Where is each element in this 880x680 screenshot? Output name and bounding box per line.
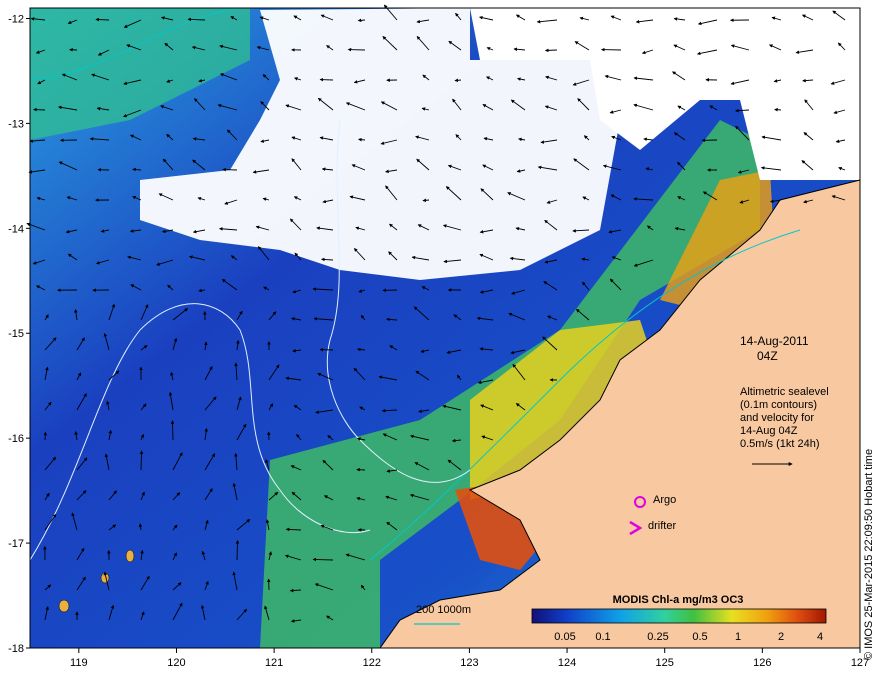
colorbar-label: 0.05 xyxy=(554,631,575,643)
x-tick-label: 125 xyxy=(656,657,674,669)
velocity-arrow xyxy=(235,539,240,561)
colorbar-gradient xyxy=(531,608,827,624)
x-tick-label: 122 xyxy=(363,657,381,669)
velocity-arrow xyxy=(312,557,334,562)
colorbar-label: 1 xyxy=(735,631,741,643)
colorbar-label: 0.1 xyxy=(595,631,610,643)
colorbar-label: 0.25 xyxy=(647,631,668,643)
x-tick-label: 124 xyxy=(558,657,576,669)
credit-text: © IMOS 25-Mar-2015 22:09:50 Hobart time xyxy=(863,449,875,660)
annotation-description: Altimetric sealevel (0.1m contours) and … xyxy=(740,386,829,451)
y-tick-label: -13 xyxy=(8,118,24,130)
velocity-arrow xyxy=(357,18,366,23)
y-tick-label: -14 xyxy=(8,223,24,235)
x-tick-label: 123 xyxy=(460,657,478,669)
x-tick-label: 121 xyxy=(265,657,283,669)
y-tick-label: -18 xyxy=(8,643,24,655)
annotation-time: 04Z xyxy=(757,349,778,363)
desc-line: 14-Aug 04Z xyxy=(740,425,798,437)
map-panel xyxy=(26,4,861,649)
desc-line: Altimetric sealevel xyxy=(740,386,829,398)
velocity-arrow xyxy=(170,420,175,441)
y-tick-label: -15 xyxy=(8,328,24,340)
velocity-arrow xyxy=(544,48,558,53)
y-tick-label: -16 xyxy=(8,433,24,445)
x-tick-label: 126 xyxy=(753,657,771,669)
desc-line: and velocity for xyxy=(740,412,814,424)
drifter-label: drifter xyxy=(648,520,677,532)
annotation-date: 14-Aug-2011 xyxy=(740,334,809,348)
map-figure: 119 120 121 122 123 124 125 126 127 -12 -13 -14 -15… xyxy=(0,0,880,680)
argo-label: Argo xyxy=(653,494,677,506)
velocity-arrow xyxy=(422,198,430,203)
velocity-arrow xyxy=(774,107,782,112)
colorbar-title: MODIS Chl-a mg/m3 OC3 xyxy=(613,594,744,606)
x-axis: 119 120 121 122 123 124 125 126 127 xyxy=(70,648,869,669)
y-tick-label: -12 xyxy=(8,13,24,25)
x-tick-label: 119 xyxy=(70,657,88,669)
y-axis: -12 -13 -14 -15 -16 -17 -18 xyxy=(8,13,30,655)
desc-line: (0.1m contours) xyxy=(740,399,818,411)
colorbar-label: 2 xyxy=(778,631,784,643)
colorbar-label: 0.5 xyxy=(692,631,707,643)
desc-line: 0.5m/s (1kt 24h) xyxy=(740,438,820,450)
x-tick-label: 120 xyxy=(167,657,185,669)
velocity-arrow xyxy=(95,17,110,22)
velocity-arrow xyxy=(139,450,144,471)
depth-legend-label: 200 1000m xyxy=(416,604,472,616)
y-tick-label: -17 xyxy=(8,538,24,550)
velocity-arrow xyxy=(358,137,366,142)
colorbar-label: 4 xyxy=(817,631,823,643)
velocity-arrow xyxy=(454,78,462,83)
